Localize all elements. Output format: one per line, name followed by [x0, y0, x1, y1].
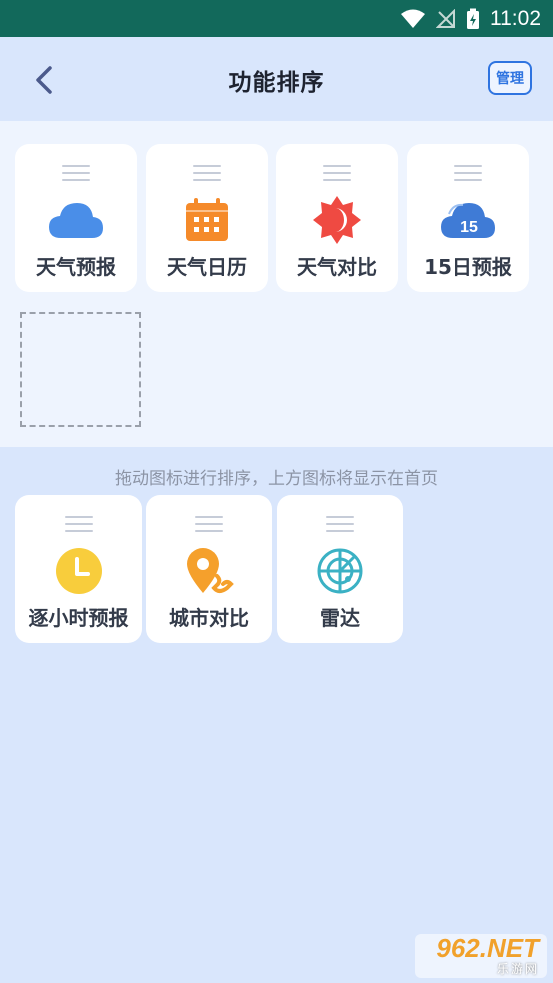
- clock-icon: [55, 548, 102, 594]
- feature-card-weather-compare[interactable]: 天气对比: [276, 144, 398, 292]
- feature-label: 天气对比: [297, 255, 377, 279]
- feature-card-radar[interactable]: 雷达: [277, 495, 403, 643]
- cloud-15-icon: 15: [441, 203, 495, 238]
- radar-icon: [317, 548, 363, 594]
- location-icon: [187, 548, 234, 593]
- watermark-sub: 乐游网: [496, 961, 539, 976]
- drag-handle-icon[interactable]: [62, 165, 90, 181]
- svg-text:15: 15: [460, 219, 478, 236]
- no-signal-icon: [436, 8, 455, 28]
- feature-card-15-day-forecast[interactable]: 15 15日预报: [407, 144, 529, 292]
- status-bar: 11:02: [0, 0, 553, 37]
- top-app-bar: 功能排序 管理: [0, 37, 553, 121]
- feature-card-weather-calendar[interactable]: 天气日历: [146, 144, 268, 292]
- sort-hint-text: 拖动图标进行排序，上方图标将显示在首页: [115, 469, 438, 489]
- watermark-logo: 962.NET 乐游网: [415, 934, 547, 978]
- wifi-icon: [401, 9, 425, 28]
- feature-label: 逐小时预报: [28, 606, 129, 630]
- drag-handle-icon[interactable]: [326, 516, 354, 532]
- feature-card-hourly-forecast[interactable]: 逐小时预报: [15, 495, 142, 643]
- drag-handle-icon[interactable]: [454, 165, 482, 181]
- feature-label: 天气日历: [167, 255, 247, 279]
- drop-placeholder[interactable]: [20, 312, 141, 427]
- page-title: 功能排序: [228, 70, 325, 96]
- manage-button[interactable]: 管理: [488, 61, 532, 95]
- feature-label: 15日预报: [424, 255, 512, 279]
- drag-handle-icon[interactable]: [323, 165, 351, 181]
- feature-label: 城市对比: [169, 606, 249, 630]
- status-time: 11:02: [490, 6, 541, 30]
- sun-moon-icon: [313, 196, 361, 244]
- battery-charging-icon: [467, 8, 479, 29]
- feature-card-weather-forecast[interactable]: 天气预报: [15, 144, 137, 292]
- feature-label: 雷达: [320, 606, 360, 630]
- watermark-brand: 962.NET: [436, 932, 539, 963]
- feature-label: 天气预报: [36, 255, 116, 279]
- drag-handle-icon[interactable]: [64, 516, 93, 532]
- feature-card-city-compare[interactable]: 城市对比: [146, 495, 272, 643]
- drag-handle-icon[interactable]: [195, 516, 223, 532]
- calendar-icon: [186, 198, 228, 241]
- drag-handle-icon[interactable]: [193, 165, 221, 181]
- cloud-icon: [49, 203, 103, 238]
